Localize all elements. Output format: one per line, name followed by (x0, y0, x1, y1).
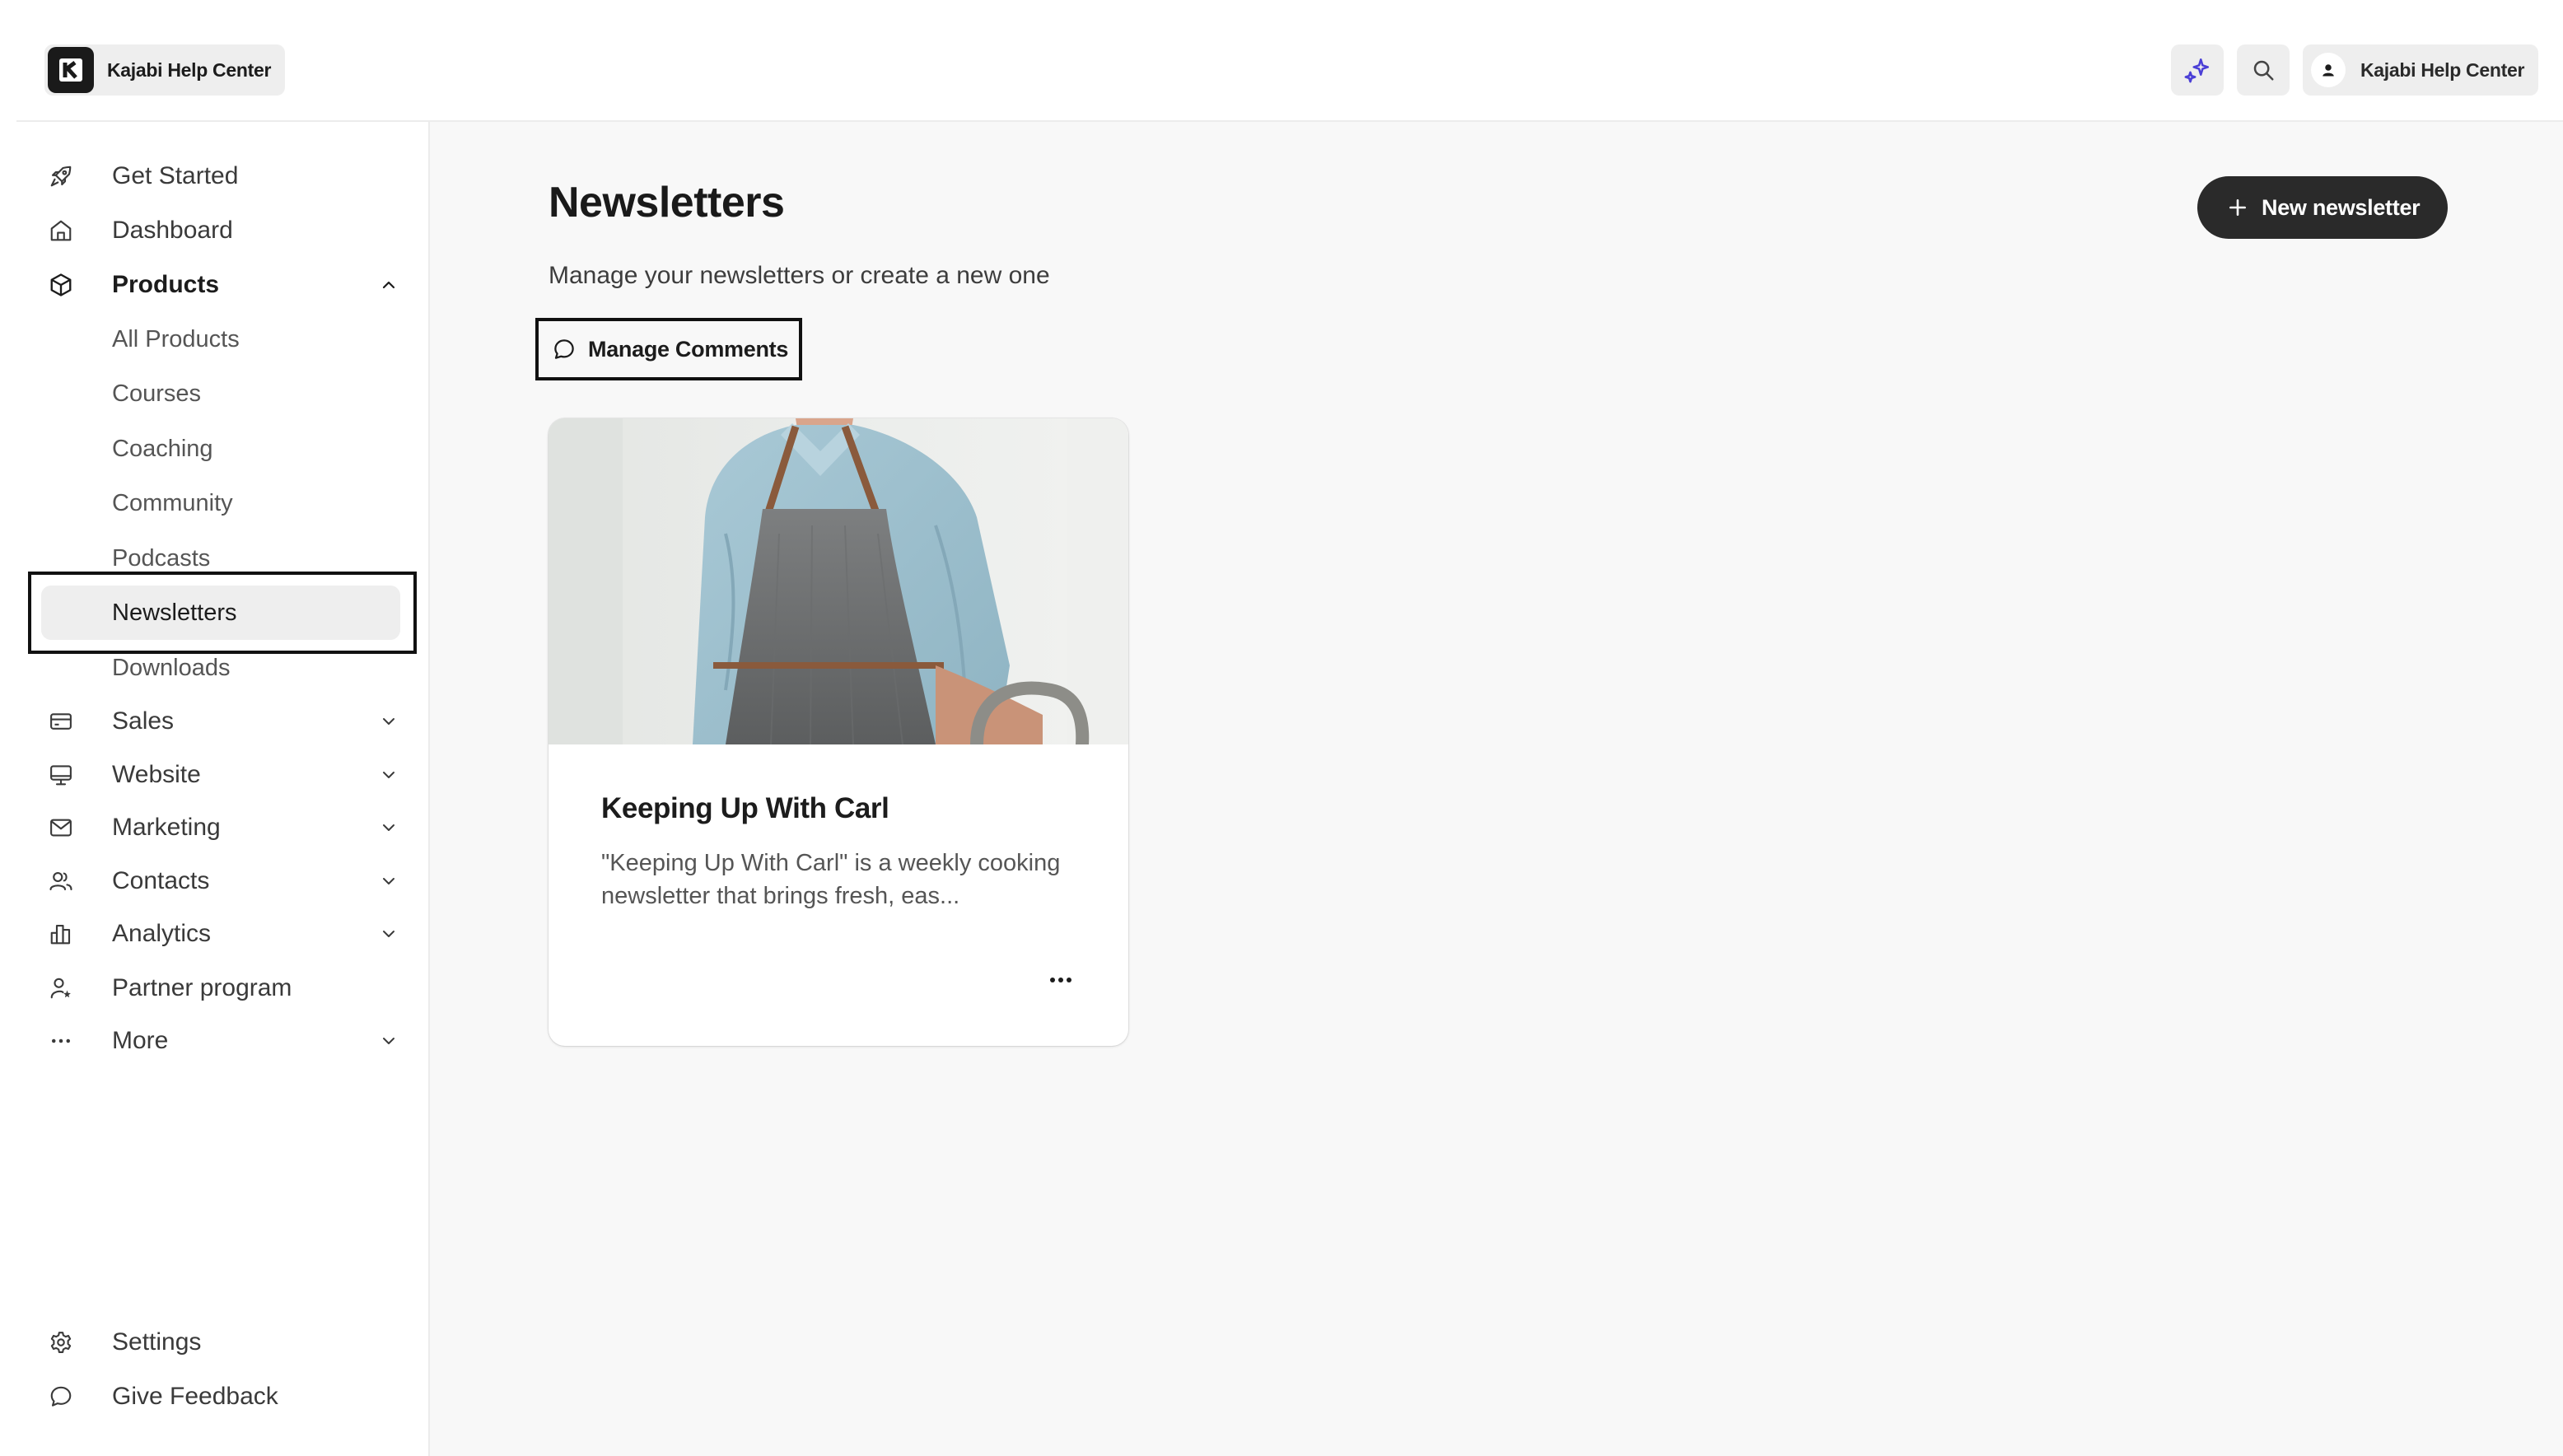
site-name: Kajabi Help Center (107, 58, 272, 81)
page-subtitle: Manage your newsletters or create a new … (549, 262, 1050, 289)
sidebar-item-label: Courses (112, 380, 201, 407)
sidebar-item-get-started[interactable]: Get Started (41, 153, 407, 199)
sparkle-icon (2183, 56, 2211, 84)
sidebar-subitem-coaching[interactable]: Coaching (41, 422, 400, 476)
new-newsletter-button[interactable]: New newsletter (2197, 176, 2448, 239)
gear-icon (46, 1328, 76, 1357)
sidebar-item-label: More (112, 1027, 169, 1054)
newsletter-title[interactable]: Keeping Up With Carl (601, 792, 889, 825)
top-header: Kajabi Help Center Kajabi Help Center (0, 0, 2563, 120)
more-icon (1048, 976, 1073, 984)
site-switcher[interactable]: Kajabi Help Center (44, 44, 285, 96)
more-icon (46, 1026, 76, 1056)
sidebar-item-label: All Products (112, 325, 240, 352)
sidebar-item-marketing[interactable]: Marketing (41, 805, 407, 851)
sidebar-item-label: Community (112, 489, 233, 516)
manage-comments-button[interactable]: Manage Comments (535, 318, 802, 380)
chat-bubble-icon (46, 1382, 76, 1412)
chevron-down-icon[interactable] (377, 816, 400, 839)
sidebar: Get Started Dashboard Products All Produ… (16, 122, 430, 1456)
mail-icon (46, 813, 76, 842)
search-button[interactable] (2237, 44, 2290, 96)
sidebar-item-label: Sales (112, 707, 175, 735)
newsletter-description: "Keeping Up With Carl" is a weekly cooki… (601, 850, 1061, 909)
sidebar-item-label: Dashboard (112, 217, 233, 244)
sidebar-subitem-newsletters[interactable]: Newsletters (41, 586, 400, 640)
newsletter-card[interactable]: Keeping Up With Carl "Keeping Up With Ca… (549, 418, 1128, 1046)
sidebar-item-label: Downloads (112, 654, 231, 681)
plus-icon (2227, 197, 2248, 218)
ai-assistant-button[interactable] (2171, 44, 2224, 96)
sidebar-item-label: Newsletters (112, 599, 237, 626)
sidebar-subitem-courses[interactable]: Courses (41, 366, 400, 421)
box-icon (46, 270, 76, 300)
sidebar-item-more[interactable]: More (41, 1018, 407, 1064)
sidebar-item-label: Analytics (112, 920, 212, 947)
chevron-down-icon[interactable] (377, 922, 400, 945)
chevron-down-icon[interactable] (377, 710, 400, 733)
page-title: Newsletters (549, 179, 785, 226)
bar-chart-icon (46, 919, 76, 949)
sidebar-item-contacts[interactable]: Contacts (41, 858, 407, 904)
credit-card-icon (46, 707, 76, 736)
sidebar-item-sales[interactable]: Sales (41, 698, 407, 744)
chevron-down-icon[interactable] (377, 870, 400, 893)
sidebar-item-label: Settings (112, 1328, 202, 1356)
rocket-icon (46, 161, 76, 191)
sidebar-item-label: Website (112, 761, 201, 788)
sidebar-item-partner-program[interactable]: Partner program (41, 965, 407, 1011)
avatar (2311, 53, 2346, 87)
chat-bubble-icon (552, 337, 577, 362)
manage-comments-label: Manage Comments (588, 336, 789, 362)
sidebar-item-label: Products (112, 271, 220, 298)
sidebar-item-website[interactable]: Website (41, 752, 407, 798)
sidebar-subitem-community[interactable]: Community (41, 476, 400, 530)
main-content: Newsletters Manage your newsletters or c… (430, 122, 2563, 1456)
sidebar-item-dashboard[interactable]: Dashboard (41, 208, 407, 254)
sidebar-subitem-podcasts[interactable]: Podcasts (41, 531, 400, 586)
sidebar-item-label: Partner program (112, 974, 292, 1001)
search-icon (2251, 58, 2276, 82)
kajabi-logo-icon (48, 47, 94, 93)
users-icon (46, 866, 76, 896)
sidebar-item-label: Marketing (112, 814, 221, 841)
sidebar-item-label: Podcasts (112, 544, 211, 572)
sidebar-item-give-feedback[interactable]: Give Feedback (41, 1374, 407, 1420)
sidebar-item-analytics[interactable]: Analytics (41, 911, 407, 957)
sidebar-item-products[interactable]: Products (41, 262, 407, 308)
sidebar-item-settings[interactable]: Settings (41, 1319, 407, 1365)
sidebar-item-label: Coaching (112, 435, 213, 462)
card-options-button[interactable] (1043, 965, 1079, 995)
home-icon (46, 216, 76, 245)
sidebar-item-label: Get Started (112, 162, 239, 189)
monitor-icon (46, 760, 76, 790)
partner-icon (46, 973, 76, 1003)
newsletter-cover-image (549, 418, 1128, 744)
sidebar-item-label: Give Feedback (112, 1383, 278, 1410)
chevron-up-icon[interactable] (377, 273, 400, 296)
sidebar-subitem-downloads[interactable]: Downloads (41, 641, 400, 695)
account-name: Kajabi Help Center (2360, 58, 2525, 81)
account-menu[interactable]: Kajabi Help Center (2303, 44, 2538, 96)
sidebar-subitem-all-products[interactable]: All Products (41, 312, 400, 366)
sidebar-item-label: Contacts (112, 867, 210, 894)
new-newsletter-label: New newsletter (2262, 194, 2421, 220)
chevron-down-icon[interactable] (377, 1029, 400, 1052)
chevron-down-icon[interactable] (377, 763, 400, 786)
